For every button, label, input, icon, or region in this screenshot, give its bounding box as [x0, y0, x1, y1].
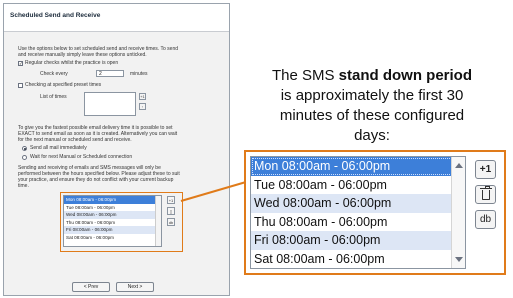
- add-time-button[interactable]: +1: [475, 160, 496, 179]
- time-row[interactable]: Wed 08:00am - 06:00pm: [251, 194, 465, 213]
- time-row[interactable]: Tue 08:00am - 06:00pm: [251, 176, 465, 195]
- annotation-bold: stand down period: [338, 67, 473, 84]
- annotation-line-4: days:: [354, 127, 390, 144]
- scroll-down-icon[interactable]: [455, 257, 463, 262]
- time-row[interactable]: Fri 08:00am - 06:00pm: [251, 231, 465, 250]
- scroll-up-icon[interactable]: [455, 163, 463, 168]
- times-scrollbar[interactable]: [451, 157, 465, 268]
- time-row[interactable]: Mon 08:00am - 06:00pm: [251, 157, 465, 176]
- edit-time-button[interactable]: db: [475, 210, 496, 229]
- trash-icon: [480, 186, 492, 200]
- time-row[interactable]: Thu 08:00am - 06:00pm: [251, 213, 465, 232]
- annotation-line-2: is approximately the first 30: [280, 87, 464, 104]
- time-row[interactable]: Sat 08:00am - 06:00pm: [251, 250, 465, 268]
- zoomed-times-panel: Mon 08:00am - 06:00pm Tue 08:00am - 06:0…: [244, 150, 506, 275]
- annotation-text: The SMS stand down period is approximate…: [244, 66, 500, 146]
- delete-time-button[interactable]: [475, 185, 496, 204]
- annotation-prefix: The SMS: [271, 67, 339, 84]
- annotation-line-3: minutes of these configured: [279, 107, 465, 124]
- times-list[interactable]: Mon 08:00am - 06:00pm Tue 08:00am - 06:0…: [250, 156, 466, 269]
